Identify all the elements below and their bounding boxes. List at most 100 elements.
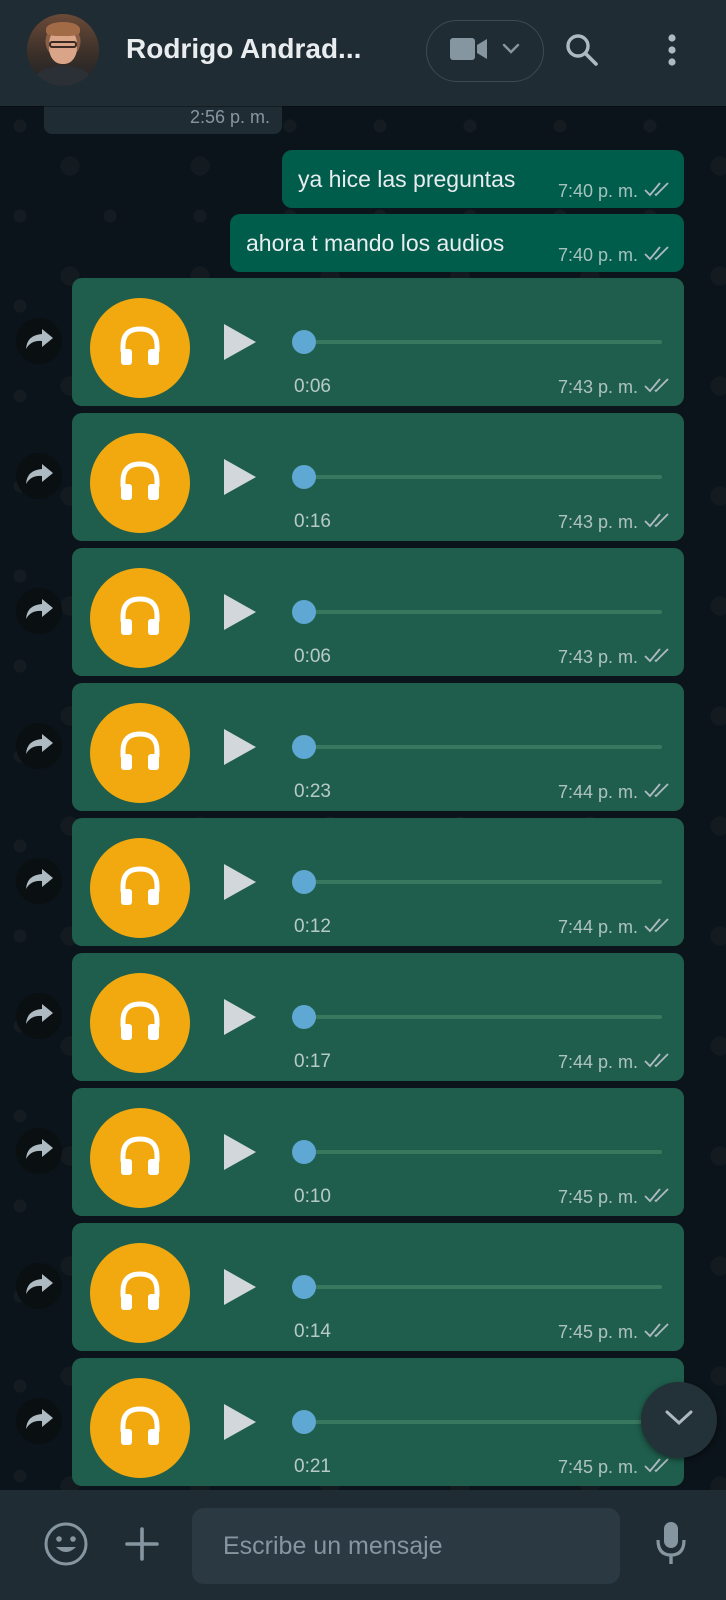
audio-avatar: [90, 838, 190, 938]
contact-avatar[interactable]: [27, 14, 99, 86]
audio-progress-track[interactable]: [298, 610, 662, 614]
headphones-icon: [118, 730, 162, 777]
emoji-button[interactable]: [42, 1522, 90, 1570]
message-time: 7:43 p. m.: [557, 647, 638, 667]
forward-icon: [24, 1137, 54, 1166]
audio-duration: 0:10: [294, 1186, 331, 1207]
forward-icon: [24, 1407, 54, 1436]
play-button[interactable]: [222, 1267, 258, 1312]
forward-button[interactable]: [16, 588, 62, 634]
audio-progress-track[interactable]: [298, 1015, 662, 1019]
message-meta: 7:43 p. m.: [558, 647, 672, 668]
audio-progress-knob[interactable]: [292, 1005, 316, 1029]
play-icon: [222, 1134, 258, 1176]
audio-message[interactable]: 0:06 7:43 p. m.: [72, 278, 684, 406]
audio-message[interactable]: 0:06 7:43 p. m.: [72, 548, 684, 676]
message-text: ya hice las preguntas: [298, 165, 516, 192]
play-button[interactable]: [222, 997, 258, 1042]
forward-button[interactable]: [16, 1263, 62, 1309]
audio-progress-track[interactable]: [298, 1420, 662, 1424]
audio-avatar: [90, 1108, 190, 1208]
audio-progress-track[interactable]: [298, 1150, 662, 1154]
audio-progress-knob[interactable]: [292, 870, 316, 894]
message-meta: 7:40 p. m.: [558, 245, 672, 266]
message-meta: 7:44 p. m.: [558, 1052, 672, 1073]
play-icon: [222, 1269, 258, 1311]
previous-message-bubble[interactable]: 2:56 p. m.: [44, 106, 282, 134]
message-time: 7:45 p. m.: [557, 1187, 638, 1207]
audio-message[interactable]: 0:14 7:45 p. m.: [72, 1223, 684, 1351]
message-composer: Escribe un mensaje: [0, 1490, 726, 1600]
audio-progress-track[interactable]: [298, 880, 662, 884]
audio-message[interactable]: 0:16 7:43 p. m.: [72, 413, 684, 541]
double-check-icon: [644, 647, 672, 668]
message-meta: 7:44 p. m.: [558, 917, 672, 938]
audio-message[interactable]: 0:10 7:45 p. m.: [72, 1088, 684, 1216]
play-icon: [222, 459, 258, 501]
video-call-icon: [450, 37, 488, 66]
audio-duration: 0:12: [294, 916, 331, 937]
play-button[interactable]: [222, 1132, 258, 1177]
message-time: 7:45 p. m.: [557, 1457, 638, 1477]
forward-button[interactable]: [16, 318, 62, 364]
message-meta: 7:45 p. m.: [558, 1322, 672, 1343]
play-button[interactable]: [222, 322, 258, 367]
play-button[interactable]: [222, 592, 258, 637]
audio-message[interactable]: 0:12 7:44 p. m.: [72, 818, 684, 946]
forward-button[interactable]: [16, 1398, 62, 1444]
audio-message[interactable]: 0:21 7:45 p. m.: [72, 1358, 684, 1486]
message-time: 7:44 p. m.: [557, 782, 638, 802]
audio-progress-track[interactable]: [298, 475, 662, 479]
audio-progress-knob[interactable]: [292, 465, 316, 489]
video-call-button[interactable]: [426, 20, 544, 82]
attach-plus-icon: [124, 1526, 160, 1567]
outgoing-message[interactable]: ya hice las preguntas 7:40 p. m.: [282, 150, 684, 208]
double-check-icon: [644, 917, 672, 938]
message-time: 7:44 p. m.: [557, 917, 638, 937]
audio-avatar: [90, 703, 190, 803]
audio-progress-track[interactable]: [298, 1285, 662, 1289]
message-text: ahora t mando los audios: [246, 229, 505, 256]
contact-name[interactable]: Rodrigo Andrad...: [126, 33, 361, 65]
search-button[interactable]: [560, 30, 604, 74]
double-check-icon: [644, 181, 672, 202]
headphones-icon: [118, 1135, 162, 1182]
audio-progress-track[interactable]: [298, 745, 662, 749]
forward-button[interactable]: [16, 453, 62, 499]
audio-message[interactable]: 0:23 7:44 p. m.: [72, 683, 684, 811]
play-icon: [222, 324, 258, 366]
audio-progress-track[interactable]: [298, 340, 662, 344]
forward-button[interactable]: [16, 723, 62, 769]
audio-progress-knob[interactable]: [292, 1410, 316, 1434]
play-button[interactable]: [222, 727, 258, 772]
message-time: 2:56 p. m.: [189, 107, 270, 127]
message-list[interactable]: 2:56 p. m. ya hice las preguntas 7:40 p.…: [0, 106, 726, 1490]
menu-icon: [667, 33, 677, 71]
audio-progress-knob[interactable]: [292, 735, 316, 759]
attach-button[interactable]: [120, 1522, 164, 1570]
audio-message[interactable]: 0:17 7:44 p. m.: [72, 953, 684, 1081]
forward-icon: [24, 732, 54, 761]
play-button[interactable]: [222, 862, 258, 907]
forward-button[interactable]: [16, 858, 62, 904]
audio-progress-knob[interactable]: [292, 600, 316, 624]
message-meta: 7:43 p. m.: [558, 512, 672, 533]
forward-button[interactable]: [16, 1128, 62, 1174]
play-button[interactable]: [222, 457, 258, 502]
message-time: 7:40 p. m.: [557, 181, 638, 201]
menu-button[interactable]: [652, 30, 692, 74]
double-check-icon: [644, 1052, 672, 1073]
play-button[interactable]: [222, 1402, 258, 1447]
audio-progress-knob[interactable]: [292, 1275, 316, 1299]
message-time: 7:45 p. m.: [557, 1322, 638, 1342]
scroll-to-bottom-button[interactable]: [641, 1382, 717, 1458]
forward-icon: [24, 597, 54, 626]
audio-progress-knob[interactable]: [292, 330, 316, 354]
voice-record-button[interactable]: [648, 1518, 694, 1572]
headphones-icon: [118, 1000, 162, 1047]
audio-progress-knob[interactable]: [292, 1140, 316, 1164]
audio-duration: 0:16: [294, 511, 331, 532]
outgoing-message[interactable]: ahora t mando los audios 7:40 p. m.: [230, 214, 684, 272]
forward-button[interactable]: [16, 993, 62, 1039]
message-input[interactable]: Escribe un mensaje: [192, 1508, 620, 1584]
